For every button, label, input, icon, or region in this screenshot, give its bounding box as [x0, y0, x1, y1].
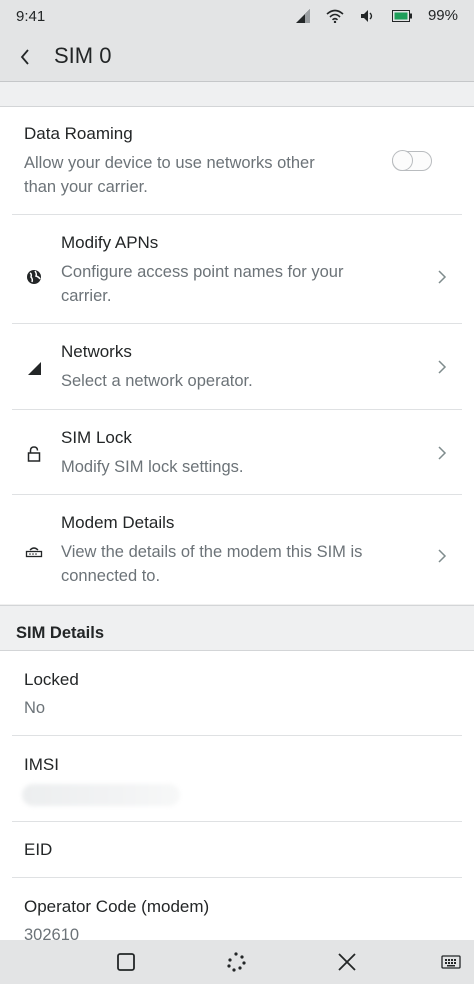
chevron-right-icon	[436, 444, 448, 462]
data-roaming-row[interactable]: Data Roaming Allow your device to use ne…	[0, 107, 474, 215]
overview-square-icon[interactable]	[114, 950, 138, 974]
modem-details-description: View the details of the modem this SIM i…	[61, 543, 363, 585]
status-bar: 9:41 99%	[0, 0, 474, 32]
sim-details-header: SIM Details	[0, 605, 474, 651]
imsi-value-redacted	[22, 784, 180, 806]
networks-description: Select a network operator.	[61, 372, 253, 390]
operator-code-label: Operator Code (modem)	[24, 897, 210, 916]
wifi-icon	[326, 9, 344, 23]
home-dots-icon[interactable]	[224, 950, 248, 974]
data-roaming-toggle[interactable]	[392, 150, 432, 171]
toggle-knob	[392, 150, 413, 171]
navigation-bar	[0, 940, 474, 984]
battery-icon	[391, 9, 412, 22]
volume-icon	[360, 9, 376, 23]
sim-details-list: Locked No IMSI EID Operator Code (modem)…	[0, 651, 474, 941]
modem-icon	[24, 541, 44, 561]
operator-code-value: 302610	[24, 926, 80, 941]
header-spacer	[0, 82, 474, 107]
signal-strength-icon	[24, 358, 44, 378]
locked-value: No	[24, 699, 46, 717]
chevron-right-icon	[436, 358, 448, 376]
modem-details-row[interactable]: Modem Details View the details of the mo…	[0, 495, 474, 604]
app-header: SIM 0	[0, 32, 474, 82]
networks-row[interactable]: Networks Select a network operator.	[0, 324, 474, 410]
keyboard-icon[interactable]	[439, 950, 463, 974]
globe-icon	[24, 267, 44, 287]
data-roaming-label: Data Roaming	[24, 124, 133, 143]
eid-label: EID	[24, 840, 53, 859]
locked-label: Locked	[24, 670, 79, 689]
signal-icon	[295, 8, 310, 23]
modem-details-label: Modem Details	[61, 513, 175, 532]
status-icons: 99%	[295, 7, 458, 24]
modify-apns-row[interactable]: Modify APNs Configure access point names…	[0, 215, 474, 324]
locked-row: Locked No	[0, 651, 474, 736]
close-icon[interactable]	[335, 950, 359, 974]
battery-percent: 99%	[427, 7, 458, 24]
sim-lock-label: SIM Lock	[61, 428, 132, 447]
status-time: 9:41	[16, 8, 46, 25]
sim-lock-description: Modify SIM lock settings.	[61, 458, 244, 476]
lock-icon	[24, 444, 44, 464]
operator-code-row: Operator Code (modem) 302610	[0, 878, 474, 941]
imsi-label: IMSI	[24, 755, 59, 774]
page-title: SIM 0	[54, 43, 112, 68]
data-roaming-description: Allow your device to use networks other …	[24, 154, 315, 196]
modify-apns-description: Configure access point names for your ca…	[61, 263, 344, 305]
networks-label: Networks	[61, 342, 132, 361]
modify-apns-label: Modify APNs	[61, 233, 159, 252]
chevron-right-icon	[436, 268, 448, 286]
sim-settings-list: Data Roaming Allow your device to use ne…	[0, 107, 474, 604]
eid-row: EID	[0, 822, 474, 878]
back-arrow-icon[interactable]	[12, 44, 38, 70]
imsi-row: IMSI	[0, 736, 474, 822]
sim-lock-row[interactable]: SIM Lock Modify SIM lock settings.	[0, 410, 474, 495]
chevron-right-icon	[436, 547, 448, 565]
section-title: SIM Details	[16, 624, 105, 642]
